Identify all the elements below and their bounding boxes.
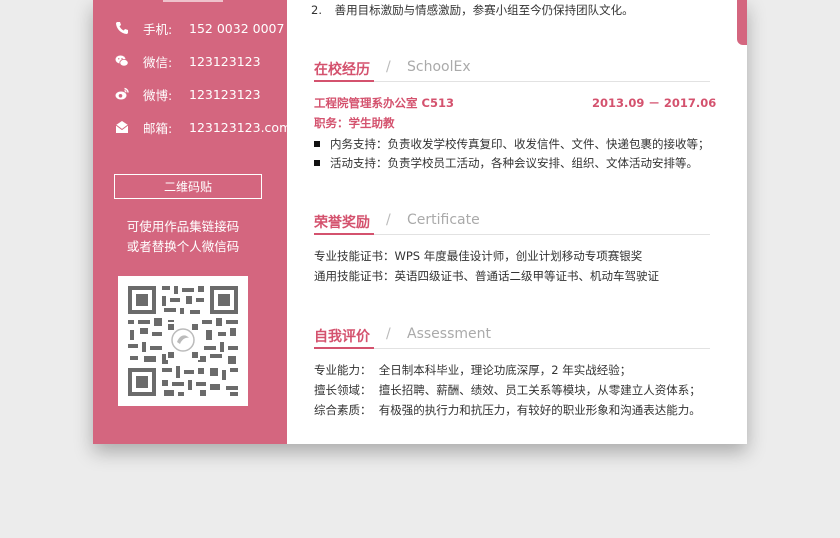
- qr-code-label-box: 二维码贴: [114, 174, 262, 199]
- phone-icon: [116, 22, 128, 34]
- section-title-cn: 自我评价: [314, 329, 370, 345]
- list-item: 活动支持：负责学校员工活动，各种会议安排、组织、文体活动安排等。: [314, 155, 698, 171]
- contact-label: 微博:: [143, 87, 173, 103]
- main-content: 2. 善用目标激励与情感激励，参赛小组至今仍保持团队文化。 在校经历 / Sch…: [287, 0, 747, 444]
- contact-label: 邮箱:: [143, 120, 173, 136]
- school-position: 职务：学生助教: [314, 116, 395, 130]
- qr-note-line: 可使用作品集链接码: [126, 219, 240, 234]
- section-accent-bar: [314, 233, 374, 235]
- section-title-en: Certificate: [407, 212, 480, 228]
- cropped-text-fragment: [163, 0, 223, 2]
- section-title-en: SchoolEx: [407, 59, 471, 75]
- qr-note-line: 或者替换个人微信码: [126, 239, 240, 254]
- list-item-text: 内务支持：负责收发学校传真复印、收发信件、文件、快递包裹的接收等；: [330, 137, 710, 151]
- section-slash: /: [386, 326, 391, 342]
- qr-code: [118, 276, 248, 406]
- bullet-square: [314, 159, 320, 166]
- contact-value: 123123123: [189, 86, 261, 102]
- item-text: 善用目标激励与情感激励，参赛小组至今仍保持团队文化。: [334, 3, 634, 17]
- qr-code-image: [128, 286, 238, 396]
- contact-phone: 手机: 152 0032 0007: [115, 18, 284, 38]
- contact-value: 123123123: [189, 53, 261, 69]
- sidebar: 手机: 152 0032 0007 微信: 123123123 微博: 1231…: [93, 0, 291, 444]
- section-header-assessment: 自我评价 / Assessment: [314, 326, 710, 354]
- contact-wechat: 微信: 123123123: [115, 51, 261, 71]
- project-bullet: 2. 善用目标激励与情感激励，参赛小组至今仍保持团队文化。: [311, 2, 634, 18]
- contact-email: 邮箱: 123123123.com: [115, 117, 291, 137]
- section-slash: /: [386, 59, 391, 75]
- section-slash: /: [386, 212, 391, 228]
- contact-value: 152 0032 0007: [189, 20, 285, 36]
- assessment-line: 专业能力： 全日制本科毕业，理论功底深厚，2 年实战经验；: [314, 363, 632, 377]
- list-item-text: 活动支持：负责学校员工活动，各种会议安排、组织、文体活动安排等。: [330, 156, 698, 170]
- school-period: 2013.09 － 2017.06: [592, 96, 717, 110]
- assessment-line: 综合素质： 有极强的执行力和抗压力，有较好的职业形象和沟通表达能力。: [314, 403, 701, 417]
- contact-weibo: 微博: 123123123: [115, 84, 261, 104]
- item-number: 2.: [311, 3, 322, 17]
- mail-icon: [115, 121, 129, 133]
- decorative-tab: [737, 0, 747, 45]
- section-title-cn: 荣誉奖励: [314, 215, 370, 231]
- contact-value: 123123123.com: [189, 119, 292, 135]
- assessment-line: 擅长领域： 擅长招聘、薪酬、绩效、员工关系等模块，从零建立人资体系；: [314, 383, 701, 397]
- bullet-square: [314, 140, 320, 147]
- section-title-en: Assessment: [407, 326, 491, 342]
- wechat-icon: [115, 55, 129, 67]
- section-accent-bar: [314, 80, 374, 82]
- resume-sheet: 手机: 152 0032 0007 微信: 123123123 微博: 1231…: [93, 0, 747, 444]
- section-header-honor: 荣誉奖励 / Certificate: [314, 212, 710, 240]
- weibo-icon: [115, 87, 129, 100]
- list-item: 内务支持：负责收发学校传真复印、收发信件、文件、快递包裹的接收等；: [314, 136, 710, 152]
- honor-line: 专业技能证书：WPS 年度最佳设计师，创业计划移动专项赛银奖: [314, 249, 643, 263]
- section-header-school: 在校经历 / SchoolEx: [314, 59, 710, 87]
- contact-label: 手机:: [143, 21, 173, 37]
- honor-line: 通用技能证书：英语四级证书、普通话二级甲等证书、机动车驾驶证: [314, 269, 659, 283]
- section-accent-bar: [314, 347, 374, 349]
- school-org: 工程院管理系办公室 C513: [314, 96, 454, 110]
- section-title-cn: 在校经历: [314, 62, 370, 78]
- contact-label: 微信:: [143, 54, 173, 70]
